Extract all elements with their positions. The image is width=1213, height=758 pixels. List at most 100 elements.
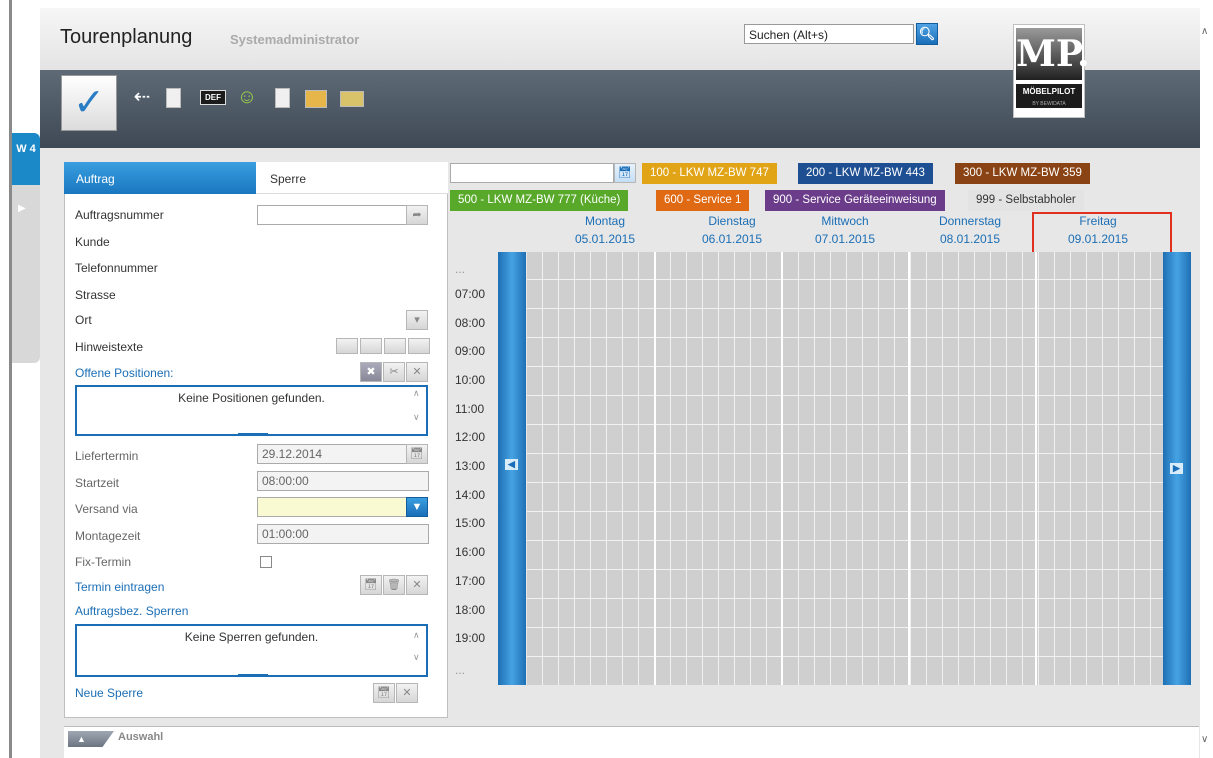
scroll-down-icon[interactable]: ∨: [1201, 734, 1208, 745]
sperren-empty-text: Keine Sperren gefunden.: [184, 630, 319, 644]
fix-termin-checkbox[interactable]: [260, 556, 272, 568]
auftragsbez-sperren-label: Auftragsbez. Sperren: [75, 604, 189, 618]
scroll-up-icon[interactable]: ∧: [1201, 26, 1208, 37]
date-picker-input[interactable]: [450, 163, 614, 183]
cross-icon: ✕: [412, 579, 422, 591]
tour-tab-999[interactable]: 999 - Selbstabholer: [968, 190, 1084, 211]
hinweis-button-2[interactable]: [360, 338, 382, 354]
tour-tab-label: 300 - LKW MZ-BW 359: [963, 167, 1082, 179]
liefertermin-input[interactable]: 29.12.2014: [257, 444, 407, 464]
fix-termin-label: Fix-Termin: [75, 555, 131, 569]
calendar-grid[interactable]: [527, 252, 1163, 685]
scroll-down-icon[interactable]: ∨: [413, 652, 420, 663]
ort-label: Ort: [75, 313, 92, 327]
page-scrollbar[interactable]: [1200, 8, 1213, 758]
date-picker-button[interactable]: 📅︎: [614, 163, 636, 183]
day-header-montag[interactable]: Montag 05.01.2015: [555, 214, 655, 246]
tour-tab-900[interactable]: 900 - Service Geräteeinweisung: [765, 190, 945, 211]
termin-eintragen-label: Termin eintragen: [75, 580, 165, 594]
search-button[interactable]: 🔍︎: [916, 23, 938, 45]
time-label: 09:00: [455, 344, 486, 358]
sperre-other-button[interactable]: ✕: [396, 683, 418, 703]
expand-arrow-icon[interactable]: ▶: [18, 203, 26, 214]
remove-all-button[interactable]: ✕: [406, 362, 428, 382]
tour-tab-100[interactable]: 100 - LKW MZ-BW 747: [642, 163, 777, 184]
sperren-scrollbar[interactable]: [238, 674, 268, 677]
hinweis-button-1[interactable]: [336, 338, 358, 354]
search-input[interactable]: Suchen (Alt+s): [744, 24, 914, 44]
def-icon[interactable]: DEF: [200, 90, 226, 105]
versand-dropdown-button[interactable]: ▼: [406, 497, 428, 517]
side-tab-w4[interactable]: W 4: [12, 133, 40, 185]
day-divider: [781, 252, 783, 685]
page-title: Tourenplanung: [60, 26, 193, 48]
tour-tab-500[interactable]: 500 - LKW MZ-BW 777 (Küche): [450, 190, 629, 211]
document-gear-icon[interactable]: [275, 88, 290, 108]
sperren-list[interactable]: Keine Sperren gefunden.: [75, 624, 428, 677]
cross-icon: ✕: [412, 366, 422, 378]
kunde-label: Kunde: [75, 235, 110, 249]
cut-position-button[interactable]: ✂: [383, 362, 405, 382]
arrow-right-icon: ➦: [412, 209, 422, 221]
startzeit-input[interactable]: 08:00:00: [257, 471, 429, 491]
montagezeit-input[interactable]: 01:00:00: [257, 524, 429, 544]
time-label: 18:00: [455, 603, 486, 617]
trash-icon: 🗑︎: [387, 579, 401, 591]
hinweis-button-3[interactable]: [384, 338, 406, 354]
back-arrow-icon[interactable]: ⇠: [128, 84, 156, 110]
bottom-bar: [64, 726, 1199, 758]
cross-icon: ✕: [402, 687, 412, 699]
telefonnummer-label: Telefonnummer: [75, 261, 158, 275]
tour-tab-200[interactable]: 200 - LKW MZ-BW 443: [798, 163, 933, 184]
chevron-left-icon[interactable]: ◀: [505, 459, 518, 470]
termin-delete-button[interactable]: 🗑︎: [383, 575, 405, 595]
tour-tab-300[interactable]: 300 - LKW MZ-BW 359: [955, 163, 1090, 184]
chevron-right-icon[interactable]: ▶: [1170, 463, 1183, 474]
calendar-icon: 📅︎: [364, 579, 378, 591]
termin-other-button[interactable]: ✕: [406, 575, 428, 595]
chevron-down-icon: ▾: [414, 314, 420, 326]
time-label: 12:00: [455, 430, 486, 444]
day-header-donnerstag[interactable]: Donnerstag 08.01.2015: [920, 214, 1020, 246]
ort-dropdown-button[interactable]: ▾: [406, 310, 428, 330]
hinweis-button-4[interactable]: [408, 338, 430, 354]
day-name: Donnerstag: [938, 214, 1002, 228]
confirm-button[interactable]: ✓: [61, 75, 117, 131]
scroll-up-icon[interactable]: ∧: [413, 388, 420, 399]
day-header-mittwoch[interactable]: Mittwoch 07.01.2015: [795, 214, 895, 246]
left-edge: [0, 0, 16, 758]
day-divider: [1035, 252, 1037, 685]
day-name: Dienstag: [708, 214, 756, 228]
time-label: 14:00: [455, 488, 486, 502]
time-label: 15:00: [455, 516, 486, 530]
scroll-down-icon[interactable]: ∨: [413, 412, 420, 423]
strasse-label: Strasse: [75, 288, 116, 302]
delete-position-button[interactable]: ✖: [360, 362, 382, 382]
folder-gear-icon[interactable]: [305, 90, 327, 108]
scroll-up-icon[interactable]: ∧: [413, 630, 420, 641]
go-arrow-button[interactable]: ➦: [406, 205, 428, 225]
checkmark-icon: ✓: [73, 82, 105, 124]
tour-tab-label: 200 - LKW MZ-BW 443: [806, 167, 925, 179]
auftragsnummer-input[interactable]: [257, 205, 407, 225]
tab-auftrag[interactable]: Auftrag: [64, 162, 256, 194]
day-divider: [908, 252, 910, 685]
truck-gear-icon[interactable]: [340, 91, 364, 107]
day-name: Mittwoch: [821, 214, 869, 228]
versand-via-select[interactable]: [257, 497, 407, 517]
document-hand-icon[interactable]: [166, 88, 181, 108]
calendar-button[interactable]: 📅︎: [406, 444, 428, 464]
person-check-icon[interactable]: ☺: [233, 84, 261, 110]
tab-sperre[interactable]: Sperre: [256, 162, 448, 194]
auftragsnummer-label: Auftragsnummer: [75, 208, 164, 222]
termin-calendar-button[interactable]: 📅︎: [360, 575, 382, 595]
positions-list[interactable]: Keine Positionen gefunden.: [75, 385, 428, 436]
sperre-calendar-button[interactable]: 📅︎: [373, 683, 395, 703]
positions-empty-text: Keine Positionen gefunden.: [178, 391, 325, 405]
positions-scrollbar[interactable]: [238, 433, 268, 436]
neue-sperre-label: Neue Sperre: [75, 686, 144, 700]
tour-tab-label: 600 - Service 1: [664, 194, 742, 206]
tour-tab-600[interactable]: 600 - Service 1: [656, 190, 750, 211]
day-header-dienstag[interactable]: Dienstag 06.01.2015: [682, 214, 782, 246]
logo-byline: BY BEWIDATA: [1016, 100, 1082, 108]
